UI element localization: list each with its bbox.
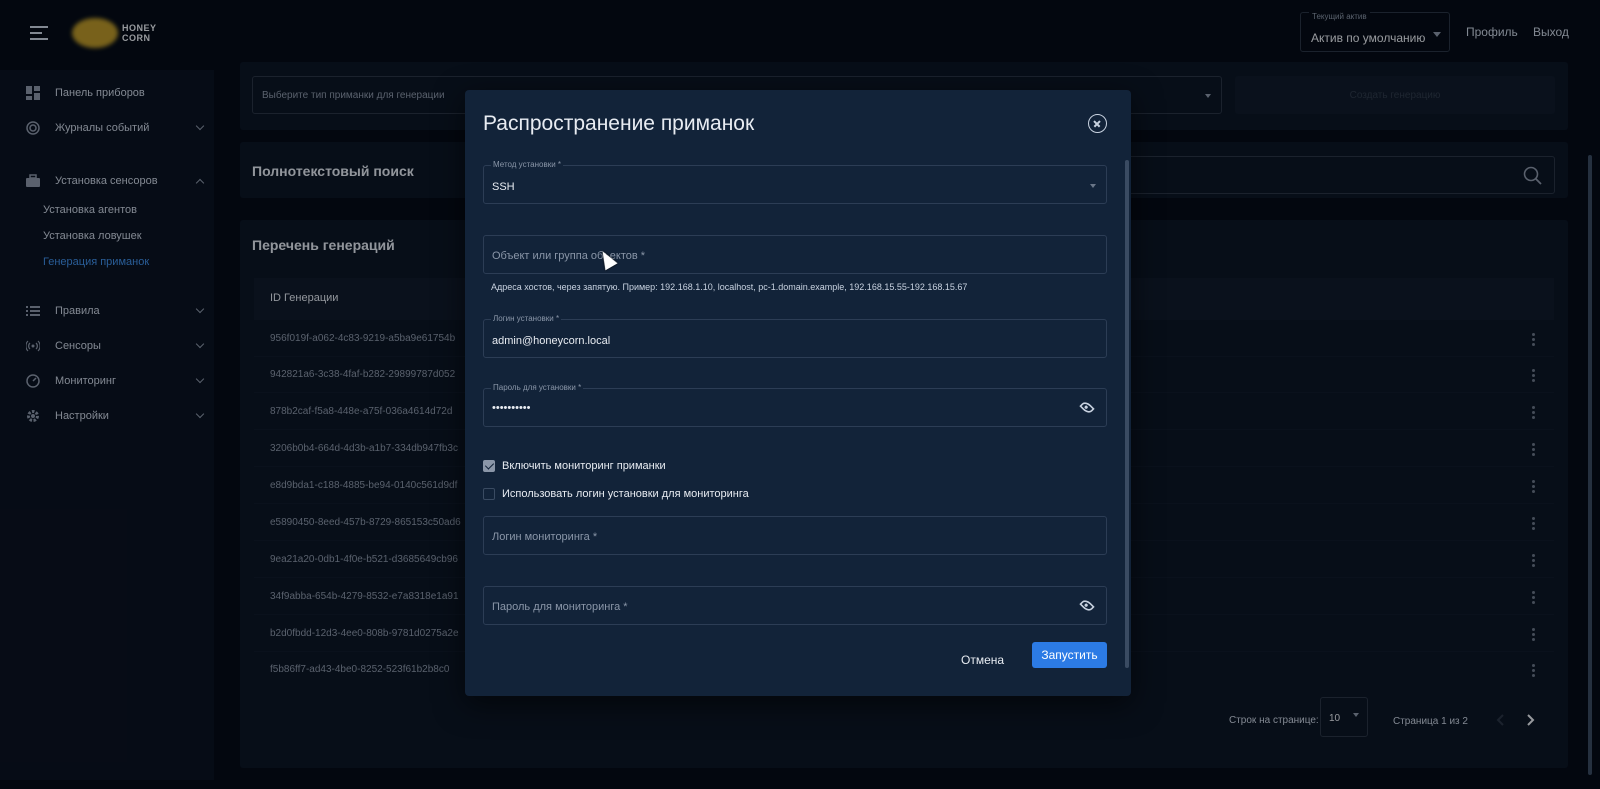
install-method-value: SSH (492, 181, 515, 193)
install-login-label: Логин установки * (491, 314, 562, 323)
enable-monitoring-label[interactable]: Включить мониторинг приманки (502, 460, 666, 472)
install-method-label: Метод установки * (491, 160, 564, 169)
target-objects-hint: Адреса хостов, через запятую. Пример: 19… (491, 282, 968, 292)
eye-icon[interactable] (1079, 399, 1095, 416)
target-objects-input[interactable]: Объект или группа объектов * (483, 235, 1107, 274)
install-password-label: Пароль для установки * (491, 383, 584, 392)
monitoring-password-placeholder: Пароль для мониторинга * (492, 601, 628, 613)
install-login-input[interactable]: Логин установки * admin@honeycorn.local (483, 314, 1107, 358)
use-install-login-checkbox[interactable] (483, 488, 495, 500)
monitoring-password-input[interactable]: Пароль для мониторинга * (483, 586, 1107, 625)
modal-scrollbar[interactable] (1125, 160, 1129, 668)
bait-distribution-modal: Распространение приманок Метод установки… (465, 90, 1131, 696)
use-install-login-label[interactable]: Использовать логин установки для монитор… (502, 488, 749, 500)
install-password-input[interactable]: Пароль для установки * •••••••••• (483, 383, 1107, 427)
install-password-value: •••••••••• (492, 402, 531, 414)
monitoring-login-placeholder: Логин мониторинга * (492, 531, 598, 543)
cancel-button[interactable]: Отмена (961, 653, 1004, 667)
run-button[interactable]: Запустить (1032, 642, 1107, 668)
enable-monitoring-checkbox[interactable] (483, 460, 495, 472)
modal-title: Распространение приманок (483, 112, 755, 135)
close-icon[interactable] (1088, 114, 1107, 133)
monitoring-login-input[interactable]: Логин мониторинга * (483, 516, 1107, 555)
install-method-select[interactable]: Метод установки * SSH (483, 160, 1107, 204)
caret-down-icon (1090, 184, 1096, 188)
install-login-value: admin@honeycorn.local (492, 335, 611, 347)
eye-icon[interactable] (1079, 597, 1095, 614)
target-objects-placeholder: Объект или группа объектов * (492, 250, 646, 262)
